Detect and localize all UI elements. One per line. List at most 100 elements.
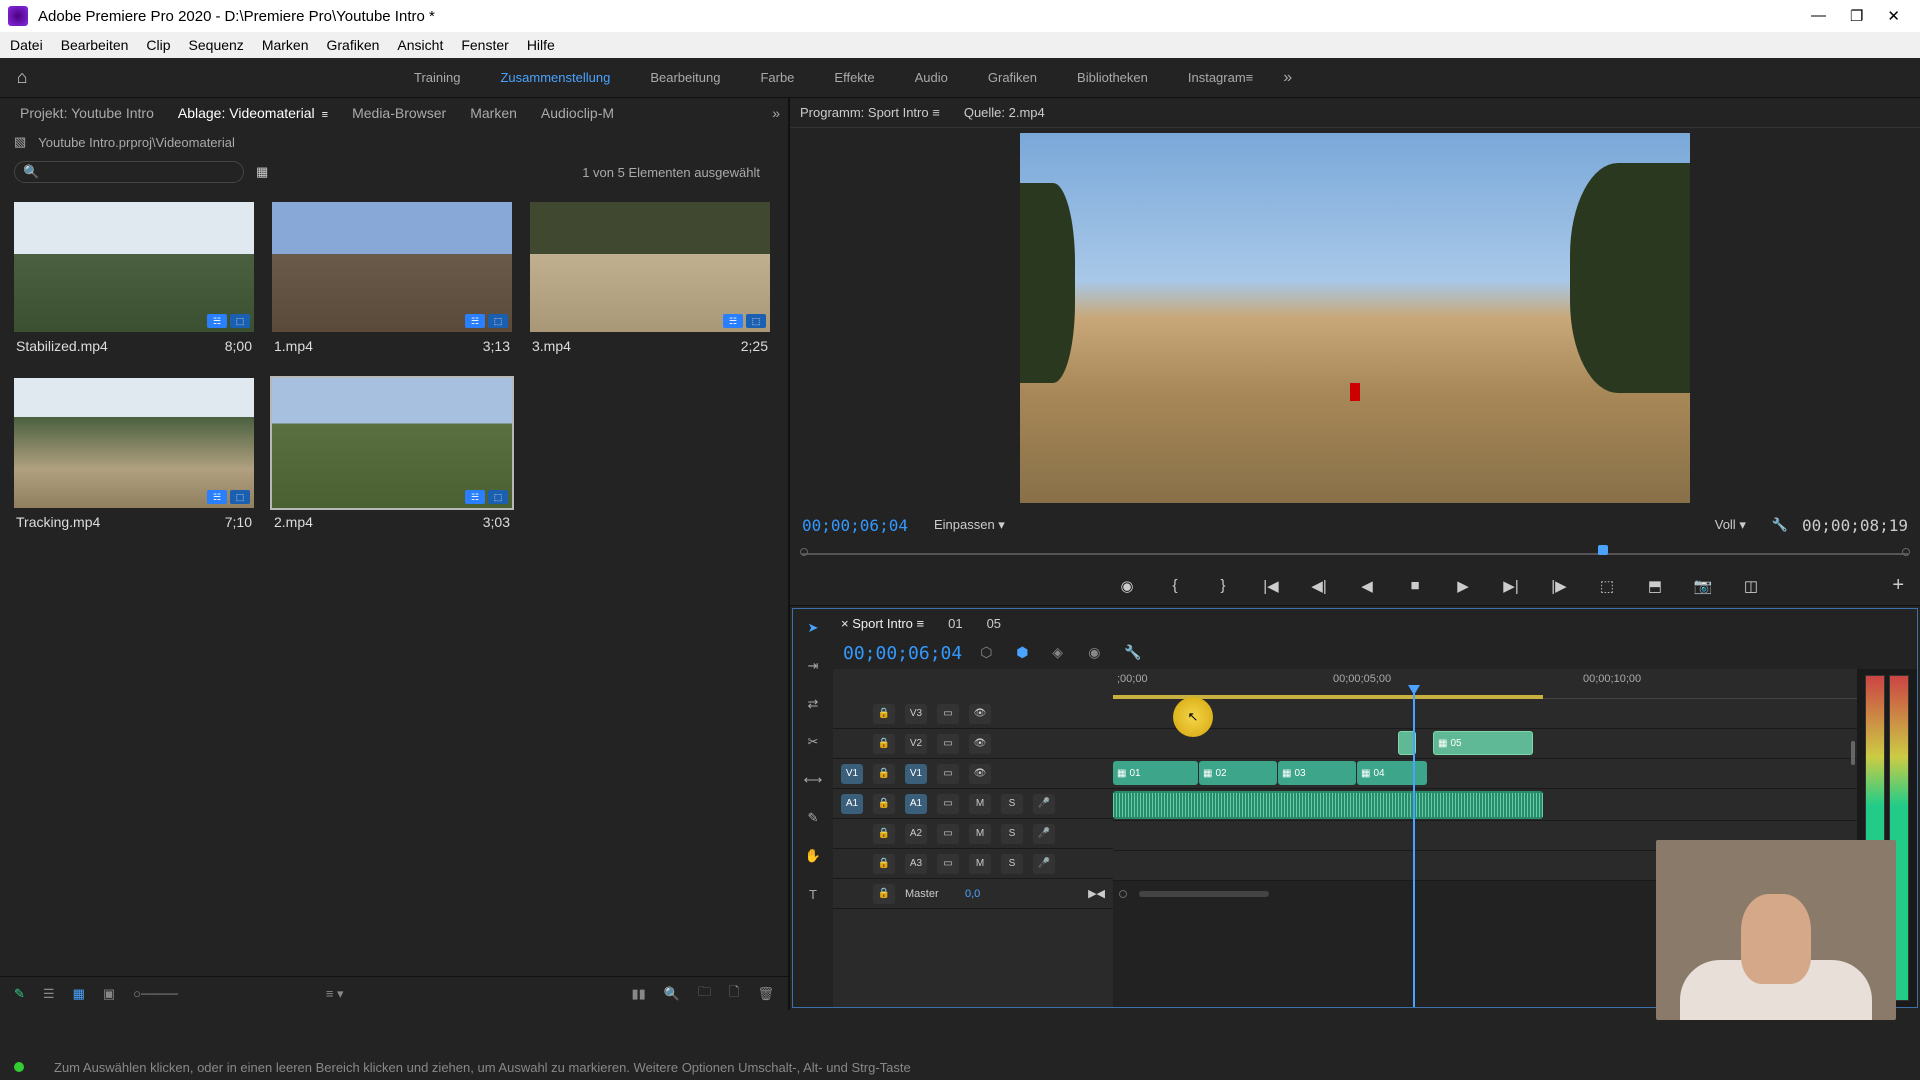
comparison-button[interactable]: ◫ xyxy=(1740,575,1762,597)
add-button[interactable]: + xyxy=(1892,574,1904,597)
media-thumb[interactable]: ☵⬚Stabilized.mp48;00 xyxy=(14,202,254,360)
workspace-grafiken[interactable]: Grafiken xyxy=(988,70,1037,85)
ripple-tool[interactable]: ⇄ xyxy=(802,693,824,715)
media-thumb[interactable]: ☵⬚2.mp43;03 xyxy=(272,378,512,536)
frame-back-button[interactable]: ◀ xyxy=(1356,575,1378,597)
home-button[interactable]: ⌂ xyxy=(10,66,34,90)
export-frame-button[interactable]: 📷 xyxy=(1692,575,1714,597)
vertical-scrollbar[interactable] xyxy=(1851,741,1855,765)
menu-datei[interactable]: Datei xyxy=(10,37,43,53)
automate-icon[interactable]: ▮▮ xyxy=(632,986,646,1002)
mark-in-icon[interactable]: { xyxy=(1164,575,1186,597)
settings-icon[interactable]: 🔧 xyxy=(1772,517,1788,533)
minimize-button[interactable]: — xyxy=(1811,7,1826,25)
panel-tab[interactable]: Audioclip-M xyxy=(529,101,626,125)
marker-icon[interactable]: ◈ xyxy=(1052,644,1070,662)
media-thumb[interactable]: ☵⬚3.mp42;25 xyxy=(530,202,770,360)
close-button[interactable]: ✕ xyxy=(1887,7,1900,25)
link-icon[interactable]: ⬢ xyxy=(1016,644,1034,662)
workspace-instagram[interactable]: Instagram xyxy=(1188,70,1246,85)
menu-bearbeiten[interactable]: Bearbeiten xyxy=(61,37,129,53)
workspace-effekte[interactable]: Effekte xyxy=(834,70,874,85)
track-header-A3[interactable]: 🔒A3▭MS🎤 xyxy=(833,849,1113,879)
go-to-out-button[interactable]: |▶ xyxy=(1548,575,1570,597)
delete-button[interactable]: 🗑 xyxy=(757,986,774,1002)
panel-tab[interactable]: Marken xyxy=(458,101,529,125)
mark-in-button[interactable]: ◉ xyxy=(1116,575,1138,597)
zoom-out-handle[interactable] xyxy=(1119,890,1127,898)
marker-add-icon[interactable]: ◉ xyxy=(1088,644,1106,662)
track-header-V3[interactable]: 🔒V3▭👁 xyxy=(833,699,1113,729)
track-header-A2[interactable]: 🔒A2▭MS🎤 xyxy=(833,819,1113,849)
clip-v1-3[interactable]: ▦ 03 xyxy=(1278,761,1356,785)
clip-v1-1[interactable]: ▦ 01 xyxy=(1113,761,1198,785)
menu-marken[interactable]: Marken xyxy=(262,37,309,53)
fit-dropdown[interactable]: Einpassen ▾ xyxy=(922,515,1017,535)
play-button[interactable]: ▶ xyxy=(1452,575,1474,597)
workspace-farbe[interactable]: Farbe xyxy=(760,70,794,85)
sequence-tab[interactable]: 01 xyxy=(948,616,962,631)
razor-tool[interactable]: ✂ xyxy=(802,731,824,753)
master-track[interactable]: 🔒Master0,0▶◀ xyxy=(833,879,1113,909)
step-back-button[interactable]: ◀| xyxy=(1308,575,1330,597)
zoom-scrollbar[interactable] xyxy=(1139,891,1269,897)
panel-tab[interactable]: Projekt: Youtube Intro xyxy=(8,101,166,125)
track-select-tool[interactable]: ⇥ xyxy=(802,655,824,677)
new-bin-button[interactable]: 🗀 xyxy=(698,983,711,1005)
pen-tool-icon[interactable]: ✎ xyxy=(14,986,25,1002)
program-viewer[interactable] xyxy=(790,128,1920,508)
timeline-timecode[interactable]: 00;00;06;04 xyxy=(843,643,962,664)
list-view-icon[interactable]: ☰ xyxy=(43,986,55,1002)
timeline-ruler[interactable]: ;00;00 00;00;05;00 00;00;10;00 xyxy=(1113,669,1857,699)
clip-v1-4[interactable]: ▦ 04 xyxy=(1357,761,1427,785)
quality-dropdown[interactable]: Voll ▾ xyxy=(1703,515,1758,535)
go-to-in-button[interactable]: |◀ xyxy=(1260,575,1282,597)
program-timecode[interactable]: 00;00;06;04 xyxy=(802,516,908,535)
menu-clip[interactable]: Clip xyxy=(146,37,170,53)
lift-button[interactable]: ⬚ xyxy=(1596,575,1618,597)
settings-icon[interactable]: 🔧 xyxy=(1124,644,1142,662)
mark-out-icon[interactable]: } xyxy=(1212,575,1234,597)
clip-a1[interactable] xyxy=(1113,791,1543,819)
workspace-overflow-icon[interactable]: » xyxy=(1283,69,1292,87)
panel-overflow-icon[interactable]: » xyxy=(772,105,780,121)
panel-tab[interactable]: Media-Browser xyxy=(340,101,458,125)
workspace-menu-icon[interactable]: ≡ xyxy=(1246,70,1254,85)
workspace-bibliotheken[interactable]: Bibliotheken xyxy=(1077,70,1148,85)
source-tab[interactable]: Quelle: 2.mp4 xyxy=(964,105,1045,120)
playhead[interactable] xyxy=(1413,691,1415,1007)
stop-button[interactable]: ■ xyxy=(1404,575,1426,597)
selection-tool[interactable]: ➤ xyxy=(802,617,824,639)
media-thumb[interactable]: ☵⬚Tracking.mp47;10 xyxy=(14,378,254,536)
new-item-button[interactable]: 🗋 xyxy=(729,983,739,1005)
menu-ansicht[interactable]: Ansicht xyxy=(397,37,443,53)
icon-view-icon[interactable]: ▦ xyxy=(73,986,85,1002)
panel-tab[interactable]: Ablage: Videomaterial ≡ xyxy=(166,101,340,125)
menu-grafiken[interactable]: Grafiken xyxy=(327,37,380,53)
find-icon[interactable]: 🔍 xyxy=(664,986,680,1002)
program-scrubber[interactable] xyxy=(790,542,1920,566)
media-thumb[interactable]: ☵⬚1.mp43;13 xyxy=(272,202,512,360)
new-bin-icon[interactable]: ▦ xyxy=(256,164,268,180)
menu-hilfe[interactable]: Hilfe xyxy=(527,37,555,53)
hand-tool[interactable]: ✋ xyxy=(802,845,824,867)
extract-button[interactable]: ⬒ xyxy=(1644,575,1666,597)
sequence-tab[interactable]: × Sport Intro ≡ xyxy=(841,616,924,631)
sort-icon[interactable]: ≡ ▾ xyxy=(326,986,344,1002)
bin-icon[interactable]: ▧ xyxy=(14,134,26,150)
menu-fenster[interactable]: Fenster xyxy=(461,37,508,53)
menu-sequenz[interactable]: Sequenz xyxy=(189,37,244,53)
type-tool[interactable]: T xyxy=(802,883,824,905)
program-tab[interactable]: Programm: Sport Intro ≡ xyxy=(800,105,940,120)
workspace-zusammenstellung[interactable]: Zusammenstellung xyxy=(500,70,610,85)
pen-tool[interactable]: ✎ xyxy=(802,807,824,829)
sequence-tab[interactable]: 05 xyxy=(987,616,1001,631)
workspace-bearbeitung[interactable]: Bearbeitung xyxy=(650,70,720,85)
clip-v2[interactable]: ▦ 05 xyxy=(1433,731,1533,755)
track-header-A1[interactable]: A1🔒A1▭MS🎤 xyxy=(833,789,1113,819)
snap-icon[interactable]: ⬡ xyxy=(980,644,998,662)
frame-forward-button[interactable]: ▶| xyxy=(1500,575,1522,597)
maximize-button[interactable]: ❐ xyxy=(1850,7,1863,25)
track-header-V1[interactable]: V1🔒V1▭👁 xyxy=(833,759,1113,789)
workspace-audio[interactable]: Audio xyxy=(915,70,948,85)
